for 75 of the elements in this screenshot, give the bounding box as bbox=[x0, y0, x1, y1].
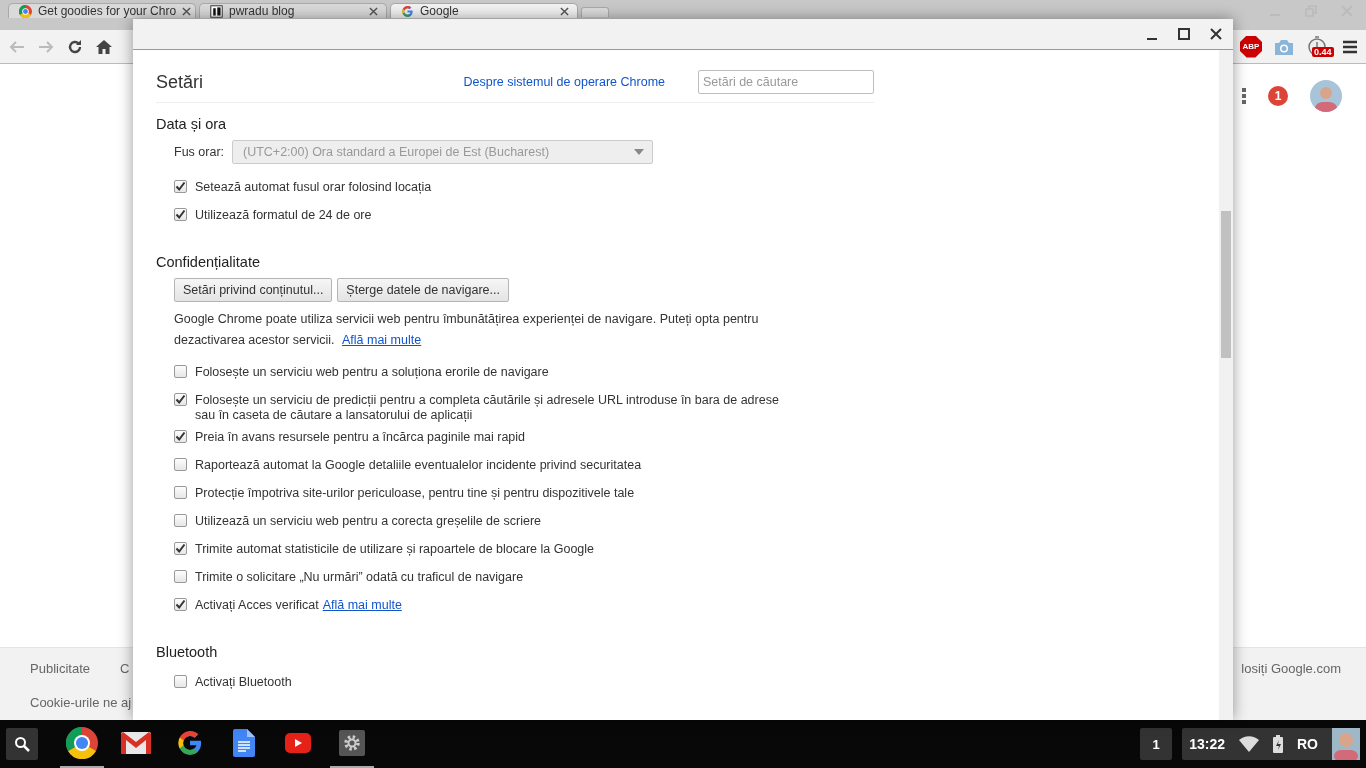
browser-tab[interactable]: Google bbox=[390, 3, 578, 18]
about-link[interactable]: Despre sistemul de operare Chrome bbox=[463, 75, 665, 89]
checkbox[interactable] bbox=[174, 675, 187, 688]
checkbox-label: Folosește un serviciu web pentru a soluționa erorile de navigare bbox=[195, 365, 549, 379]
checkbox[interactable] bbox=[174, 393, 187, 406]
user-avatar-icon bbox=[1332, 728, 1360, 760]
footer-link[interactable]: C bbox=[120, 661, 130, 676]
gear-icon bbox=[339, 730, 365, 756]
field-label: Fus orar: bbox=[174, 145, 224, 159]
search-icon bbox=[14, 736, 30, 752]
settings-title: Setări bbox=[156, 71, 204, 93]
footer-link[interactable]: losiți Google.com bbox=[1241, 661, 1341, 676]
apps-grid-icon[interactable] bbox=[1242, 88, 1246, 104]
blog-favicon-icon bbox=[210, 4, 223, 18]
close-icon[interactable] bbox=[182, 6, 192, 16]
checkbox[interactable] bbox=[174, 514, 187, 527]
chrome-logo-icon bbox=[66, 727, 98, 759]
browser-tab[interactable]: Get goodies for your Chro bbox=[8, 3, 196, 18]
adblock-button[interactable]: ABP bbox=[1240, 35, 1262, 58]
checkbox-label: Utilizează un serviciu web pentru a corecta greșelile de scriere bbox=[195, 514, 541, 528]
learn-more-link[interactable]: Află mai multe bbox=[322, 598, 402, 612]
checkbox-label: Setează automat fusul orar folosind locația bbox=[195, 180, 432, 194]
checkbox-label: Utilizează formatul de 24 de ore bbox=[195, 208, 372, 222]
google-logo-icon bbox=[176, 729, 204, 757]
home-icon[interactable] bbox=[95, 37, 113, 56]
checkbox[interactable] bbox=[174, 570, 187, 583]
dropdown-arrow-icon bbox=[634, 149, 644, 155]
checkbox-label: Raportează automat la Google detaliile eventualelor incidente privind securitatea bbox=[195, 458, 642, 472]
checkbox-label: Folosește un serviciu de predicții pentru a completa căutările și adresele URL introduse în bara de adrese sau în caseta de căutare a lansatorului de aplicații bbox=[195, 393, 779, 422]
input-method-text: RO bbox=[1297, 736, 1318, 752]
checkbox[interactable] bbox=[174, 208, 187, 221]
section-heading: Data și ora bbox=[156, 116, 228, 132]
play-button-icon bbox=[285, 733, 311, 753]
settings-button[interactable]: Setări privind conținutul... bbox=[174, 278, 333, 302]
notification-badge[interactable]: 1 bbox=[1268, 86, 1288, 106]
checkbox[interactable] bbox=[174, 180, 187, 193]
notification-counter[interactable]: 1 bbox=[1140, 728, 1173, 760]
checkbox[interactable] bbox=[174, 542, 187, 555]
checkbox-label: Preia în avans resursele pentru a încărca paginile mai rapid bbox=[195, 430, 526, 444]
chrome-logo-icon bbox=[19, 4, 32, 18]
checkbox-label: Protecție împotriva site-urilor periculoase, pentru tine și pentru dispozitivele tale bbox=[195, 486, 635, 500]
checkbox-label: Trimite automat statisticile de utilizare și rapoartele de blocare la Google bbox=[195, 542, 595, 556]
mail-icon bbox=[121, 732, 151, 754]
checkbox[interactable] bbox=[174, 430, 187, 443]
launcher-button[interactable] bbox=[6, 728, 38, 760]
section-heading: Bluetooth bbox=[156, 644, 219, 660]
checkbox[interactable] bbox=[174, 365, 187, 378]
checkbox-label: Activați Acces verificat bbox=[195, 598, 319, 612]
wifi-icon bbox=[1239, 736, 1259, 752]
close-icon[interactable] bbox=[560, 6, 569, 16]
learn-more-link[interactable]: Află mai multe bbox=[341, 333, 422, 347]
checkbox[interactable] bbox=[174, 598, 187, 611]
checkbox-label: Activați Bluetooth bbox=[195, 675, 292, 689]
avatar-icon[interactable] bbox=[1310, 80, 1342, 112]
scrollbar-thumb[interactable] bbox=[1221, 211, 1231, 358]
google-logo-icon bbox=[401, 4, 414, 18]
footer-link[interactable]: Publicitate bbox=[30, 661, 90, 676]
close-icon[interactable] bbox=[1209, 27, 1223, 41]
extension-badge: 0.44 bbox=[1312, 46, 1334, 57]
description-text: Google Chrome poate utiliza servicii web pentru îmbunătățirea experienței de navigare. Puteți opta pentru dezactivarea acestor servicii. Află mai multe bbox=[174, 311, 760, 349]
settings-button[interactable]: Șterge datele de navigare... bbox=[337, 278, 509, 302]
section-heading: Confidențialitate bbox=[156, 254, 261, 270]
search-field[interactable]: Setări de căutare bbox=[698, 70, 874, 94]
status-area[interactable]: 13:22 RO bbox=[1182, 728, 1360, 760]
footer-text: Cookie-urile ne aj bbox=[30, 695, 133, 710]
checkbox[interactable] bbox=[174, 486, 187, 499]
browser-tab[interactable]: pwradu blog bbox=[199, 3, 387, 18]
checkbox[interactable] bbox=[174, 458, 187, 471]
menu-icon[interactable] bbox=[1342, 38, 1358, 55]
battery-icon bbox=[1273, 735, 1283, 753]
clock-text: 13:22 bbox=[1189, 736, 1225, 752]
checkbox-label: Trimite o solicitare „Nu urmări” odată cu traficul de navigare bbox=[195, 570, 524, 584]
maximize-icon[interactable] bbox=[1177, 27, 1191, 41]
document-icon bbox=[233, 729, 255, 757]
close-icon[interactable] bbox=[369, 6, 378, 16]
